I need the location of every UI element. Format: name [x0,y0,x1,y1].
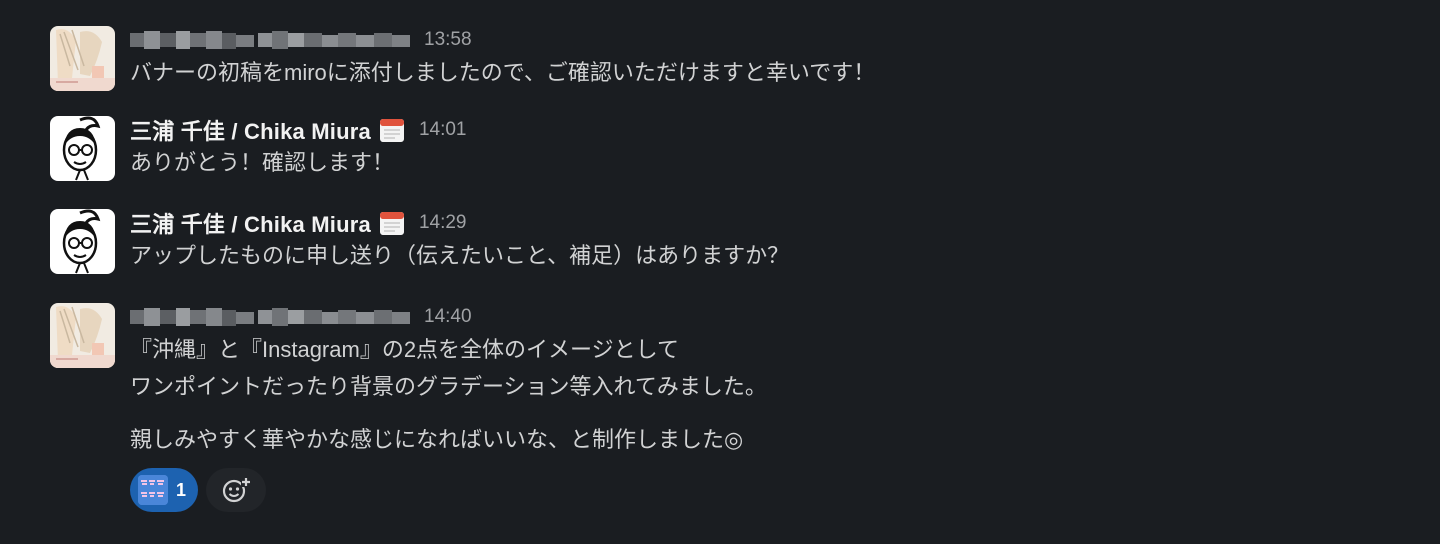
message-text: アップしたものに申し送り（伝えたいこと、補足）はありますか？ [130,243,790,268]
author-name[interactable]: 三浦 千佳 / Chika Miura [130,207,371,239]
custom-reaction-emoji-icon [138,475,168,505]
author-name-blurred[interactable] [130,29,410,51]
message-text: 親しみやすく華やかな感じになればいいな、と制作しました◎ [130,427,744,452]
reactions-bar: 1 [130,468,1390,512]
reaction-count: 1 [176,479,187,500]
calendar-status-icon[interactable] [379,210,405,236]
add-emoji-icon [222,477,252,503]
message-timestamp[interactable]: 14:29 [419,212,467,234]
reaction-pill[interactable]: 1 [130,468,199,512]
message-text: ワンポイントだったり背景のグラデーション等入れてみました。 [130,374,767,399]
avatar[interactable] [50,303,115,368]
author-name[interactable]: 三浦 千佳 / Chika Miura [130,114,371,146]
avatar-illustration [50,26,115,91]
message-timestamp[interactable]: 14:40 [424,306,472,328]
avatar-illustration [50,209,115,274]
message-timestamp[interactable]: 14:01 [419,119,467,141]
avatar-illustration [50,116,115,181]
message-feed: 13:58 バナーの初稿をmiroに添付しましたので、ご確認いただけますと幸いで… [0,0,1440,544]
avatar[interactable] [50,116,115,181]
author-name-blurred[interactable] [130,306,410,328]
avatar-illustration [50,303,115,368]
avatar[interactable] [50,209,115,274]
add-reaction-button[interactable] [206,468,267,512]
message-text: バナーの初稿をmiroに添付しましたので、ご確認いただけますと幸いです！ [130,60,876,85]
avatar[interactable] [50,26,115,91]
calendar-status-icon[interactable] [379,117,405,143]
message-timestamp[interactable]: 13:58 [424,29,472,51]
message-text: ありがとう！確認します！ [130,150,395,175]
message-text: 『沖縄』と『Instagram』の2点を全体のイメージとして [130,337,679,362]
